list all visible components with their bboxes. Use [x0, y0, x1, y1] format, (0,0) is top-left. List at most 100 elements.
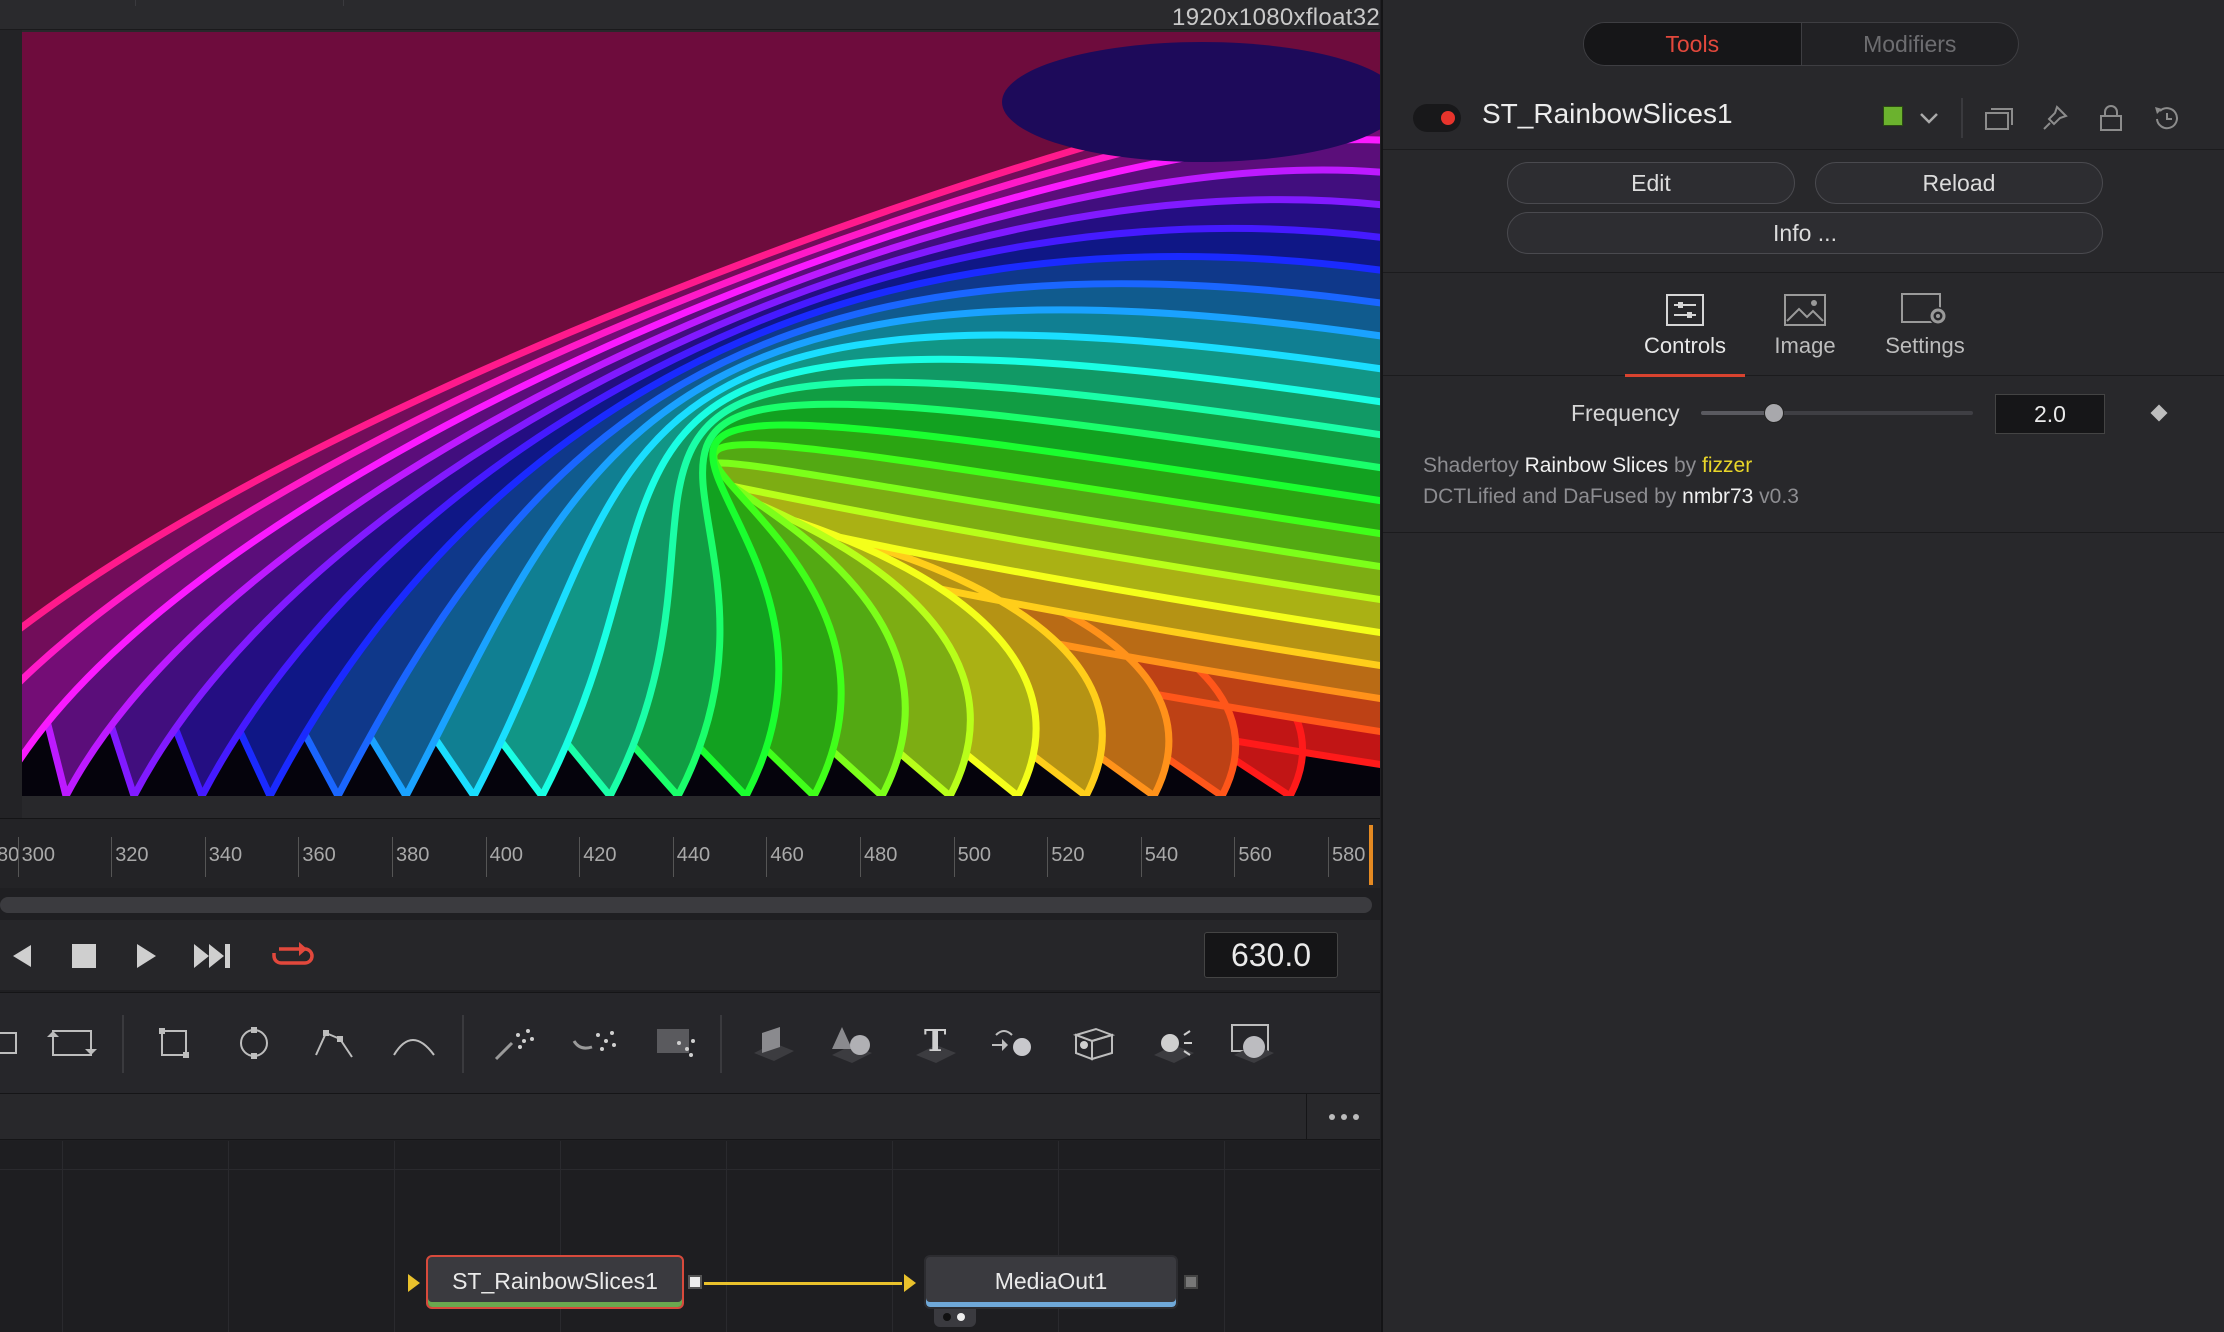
tab-tools[interactable]: Tools	[1584, 23, 1802, 65]
lock-icon[interactable]	[2093, 100, 2129, 136]
inspector-panel-tabs: Controls Image Settings	[1383, 272, 2224, 377]
version-icon[interactable]	[1981, 100, 2017, 136]
reset-icon[interactable]	[2149, 100, 2185, 136]
mediaout-view-indicator	[934, 1309, 976, 1327]
prev-frame-icon[interactable]	[2, 938, 42, 974]
node-editor-bar	[0, 1094, 1380, 1140]
tab-image[interactable]: Image	[1745, 287, 1865, 377]
inspector-panel: Tools Modifiers ST_RainbowSlices1 Edit R…	[1381, 0, 2224, 1332]
pin-icon[interactable]	[2037, 100, 2073, 136]
ruler-tick-label: 360	[298, 837, 336, 877]
sphere-icon[interactable]	[1224, 1013, 1284, 1073]
ruler-tick-label: 440	[672, 837, 710, 877]
frequency-slider-knob[interactable]	[1764, 403, 1785, 423]
mediaout-input-port[interactable]	[904, 1274, 916, 1292]
loop-icon[interactable]	[270, 938, 316, 974]
frequency-label: Frequency	[1571, 400, 1680, 426]
merge3d-icon[interactable]	[822, 1013, 882, 1073]
skip-end-icon[interactable]	[192, 938, 232, 974]
credits-text: Shadertoy Rainbow Slices by fizzer DCTLi…	[1423, 450, 1799, 512]
reload-button[interactable]: Reload	[1815, 162, 2103, 204]
tab-settings[interactable]: Settings	[1865, 287, 1985, 377]
transport-bar: 630.0	[0, 920, 1380, 990]
viewer-header: 1920x1080xfloat32	[0, 0, 1380, 31]
time-ruler[interactable]: 80 300 320 340 360 380 400 420 440 460 480 500 520 54…	[0, 818, 1553, 888]
shader-author-link[interactable]: fizzer	[1702, 454, 1752, 477]
tab-controls[interactable]: Controls	[1625, 287, 1745, 377]
tool-bar: T	[0, 992, 1380, 1094]
ruler-tick-label: 80	[0, 844, 20, 866]
resolution-label: 1920x1080xfloat32	[1172, 4, 1380, 31]
controls-icon	[1625, 287, 1745, 333]
tool-header: ST_RainbowSlices1	[1383, 90, 2224, 150]
port-prefix: DCTLified and DaFused by	[1423, 485, 1683, 508]
viewer-panel: 1920x1080xfloat32	[0, 0, 1380, 818]
tab-modifiers[interactable]: Modifiers	[1802, 23, 2019, 65]
particle-emitter-icon[interactable]	[486, 1013, 546, 1073]
ruler-tick-label: 520	[1047, 837, 1085, 877]
renderer3d-icon[interactable]	[1064, 1013, 1124, 1073]
shader-title: Rainbow Slices	[1524, 454, 1669, 477]
viewer-image[interactable]	[22, 32, 1380, 796]
port-author: nmbr73	[1682, 485, 1754, 508]
viewer-left-strip	[0, 30, 22, 818]
ruler-tick-label: 400	[485, 837, 523, 877]
stop-icon[interactable]	[64, 938, 104, 974]
transform-tool-icon[interactable]	[42, 1013, 102, 1073]
info-button[interactable]: Info ...	[1507, 212, 2103, 254]
camera3d-icon[interactable]	[984, 1013, 1044, 1073]
node-mediaout[interactable]: MediaOut1	[924, 1255, 1178, 1309]
rectangle-tool-icon[interactable]	[144, 1013, 204, 1073]
ruler-tick-label: 500	[953, 837, 991, 877]
polygon-tool-icon[interactable]	[304, 1013, 364, 1073]
more-options-icon[interactable]	[1306, 1094, 1380, 1140]
keyframe-diamond-icon[interactable]	[2150, 404, 2168, 422]
ruler-tick-label: 460	[766, 837, 804, 877]
tab-settings-label: Settings	[1885, 333, 1965, 358]
ruler-tick-label: 540	[1140, 837, 1178, 877]
ruler-tick-label: 580	[1328, 837, 1365, 877]
ruler-tick-label: 480	[860, 837, 897, 877]
st-output-port[interactable]	[688, 1275, 702, 1289]
light-icon[interactable]	[1144, 1013, 1204, 1073]
credits-line-2: DCTLified and DaFused by nmbr73 v0.3	[1423, 481, 1799, 512]
ruler-tick-label: 560	[1234, 837, 1272, 877]
tool-enable-toggle[interactable]	[1413, 104, 1461, 132]
timeline-scrollbar[interactable]	[0, 897, 1372, 913]
pimage-icon[interactable]	[646, 1013, 706, 1073]
svg-text:T: T	[924, 1024, 947, 1059]
node-flow[interactable]: ST_RainbowSlices1 MediaOut1	[0, 1141, 1380, 1332]
chevron-down-icon[interactable]	[1911, 100, 1947, 136]
ruler-tick-label: 300	[17, 837, 55, 877]
mediaout-output-port[interactable]	[1184, 1275, 1198, 1289]
play-icon[interactable]	[126, 938, 166, 974]
crop-tool-icon[interactable]	[0, 1013, 34, 1073]
st-input-port[interactable]	[408, 1274, 420, 1292]
image-icon	[1745, 287, 1865, 333]
ruler-tick-label: 320	[111, 837, 149, 877]
credits-by: by	[1668, 454, 1703, 477]
particle-render-icon[interactable]	[566, 1013, 626, 1073]
frequency-slider[interactable]	[1701, 403, 1973, 423]
tool-name: ST_RainbowSlices1	[1482, 98, 1733, 129]
credits-line-1: Shadertoy Rainbow Slices by fizzer	[1423, 450, 1799, 481]
ellipse-tool-icon[interactable]	[224, 1013, 284, 1073]
tab-controls-label: Controls	[1644, 333, 1726, 358]
node-st-rainbowslices[interactable]: ST_RainbowSlices1	[426, 1255, 684, 1309]
text3d-icon[interactable]: T	[906, 1013, 966, 1073]
ruler-tick-label: 420	[579, 837, 617, 877]
credits-prefix: Shadertoy	[1423, 454, 1525, 477]
settings-icon	[1865, 287, 1985, 333]
bspline-tool-icon[interactable]	[384, 1013, 444, 1073]
tool-color-chip[interactable]	[1883, 106, 1903, 126]
ruler-tick-label: 380	[392, 837, 429, 877]
shape3d-icon[interactable]	[744, 1013, 804, 1073]
node-link	[704, 1282, 902, 1285]
edit-button[interactable]: Edit	[1507, 162, 1795, 204]
current-frame-field[interactable]: 630.0	[1204, 932, 1338, 978]
tab-image-label: Image	[1774, 333, 1836, 358]
playhead[interactable]	[1369, 825, 1373, 885]
frequency-value-field[interactable]: 2.0	[1995, 394, 2105, 434]
version-label: v0.3	[1753, 485, 1799, 508]
inspector-tab-switch: Tools Modifiers	[1583, 22, 2019, 66]
